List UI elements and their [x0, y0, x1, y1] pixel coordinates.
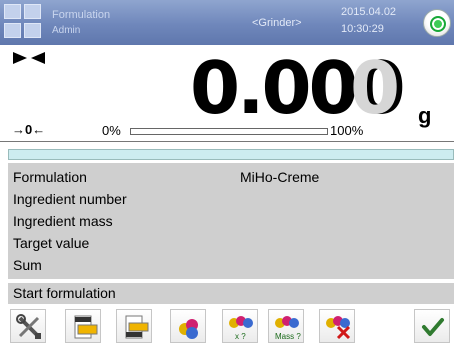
weighing-display: 0.000 0 g →0← 0% 100% — [0, 45, 454, 142]
confirm-button[interactable] — [414, 309, 450, 343]
zero-indicator: →0← — [12, 122, 46, 137]
range-min-label: 0% — [102, 123, 121, 138]
user-sub-label: Admin — [52, 25, 81, 36]
status-indicator-icon[interactable] — [423, 9, 451, 37]
mode-label[interactable]: <Grinder> — [252, 17, 302, 29]
action-strip: Start formulation — [8, 283, 454, 304]
info-label-target-value: Target value — [13, 235, 90, 251]
print-footer-icon — [125, 315, 149, 339]
info-label-ingredient-number: Ingredient number — [13, 191, 127, 207]
print-header-button[interactable] — [65, 309, 101, 343]
info-label-formulation: Formulation — [13, 169, 87, 185]
tools-button[interactable] — [10, 309, 46, 343]
ingredients-icon — [179, 319, 198, 339]
top-bar: Formulation Admin <Grinder> 2015.04.02 1… — [0, 0, 454, 45]
ingredients-button[interactable] — [170, 309, 206, 343]
unit-label[interactable]: g — [418, 103, 431, 129]
progress-strip — [8, 149, 454, 160]
info-label-ingredient-mass: Ingredient mass — [13, 213, 113, 229]
info-value-formulation: MiHo-Creme — [240, 169, 320, 185]
weight-last-digit: 0 — [350, 46, 401, 130]
time-label: 10:30:29 — [341, 23, 384, 35]
date-label: 2015.04.02 — [341, 6, 397, 18]
start-formulation-label: Start formulation — [13, 285, 116, 301]
formulation-mass-button[interactable]: Mass ? — [268, 309, 304, 343]
formulation-mass-icon: Mass ? — [275, 316, 301, 341]
info-label-sum: Sum — [13, 257, 42, 273]
confirm-icon — [422, 318, 444, 336]
tools-icon — [16, 314, 41, 339]
cancel-formulation-icon — [326, 316, 351, 340]
formulation-count-button[interactable]: x ? — [222, 309, 258, 343]
capacity-bar — [130, 128, 328, 135]
cancel-formulation-button[interactable] — [319, 309, 355, 343]
bottom-toolbar: x ? Mass ? — [0, 307, 454, 345]
info-panel: Formulation MiHo-Creme Ingredient number… — [8, 163, 454, 279]
formulation-mass-label: Mass ? — [275, 332, 301, 341]
print-header-icon — [74, 315, 98, 339]
range-max-label: 100% — [330, 123, 364, 138]
formulation-count-icon: x ? — [229, 316, 253, 341]
stability-icon — [13, 52, 45, 64]
user-label: Formulation — [52, 9, 111, 21]
print-footer-button[interactable] — [116, 309, 152, 343]
menu-grid-icon[interactable] — [2, 2, 46, 42]
formulation-count-label: x ? — [235, 332, 246, 341]
